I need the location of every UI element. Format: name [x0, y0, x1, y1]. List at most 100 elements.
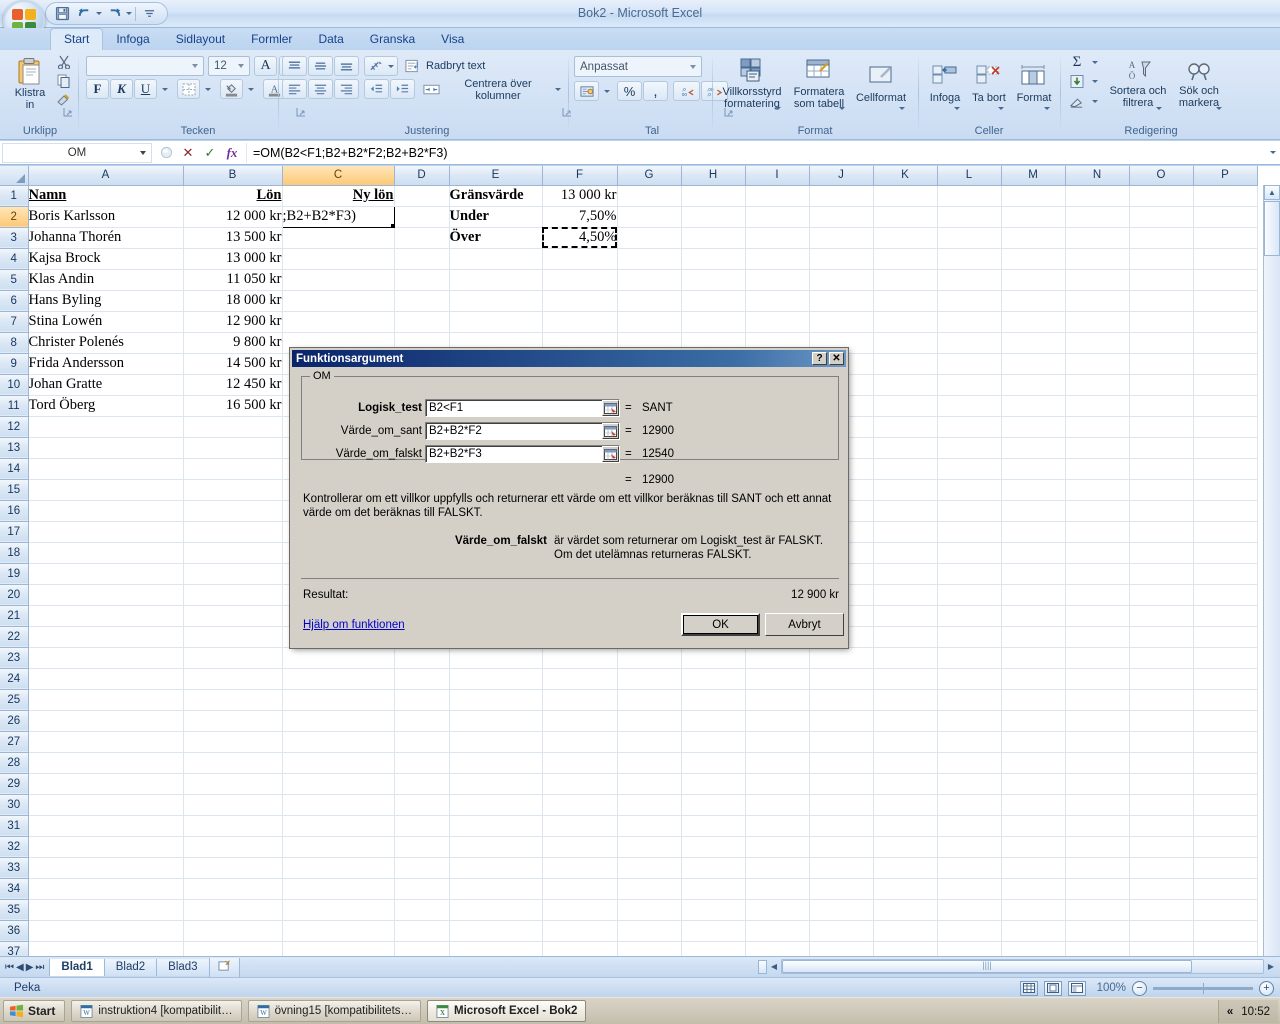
cell-i5[interactable]: [745, 269, 810, 291]
borders-dropdown[interactable]: [201, 79, 214, 99]
row-header-7[interactable]: 7: [0, 311, 29, 333]
cell-k2[interactable]: [873, 206, 938, 228]
cell-k6[interactable]: [873, 290, 938, 312]
cell-o36[interactable]: [1129, 920, 1194, 942]
cell-e37[interactable]: [449, 941, 543, 956]
cell-j5[interactable]: [809, 269, 874, 291]
row-header-4[interactable]: 4: [0, 248, 29, 270]
redo-dropdown-icon[interactable]: [126, 12, 132, 15]
cell-o8[interactable]: [1129, 332, 1194, 354]
cell-a3[interactable]: Johanna Thorén: [28, 227, 184, 249]
cell-l18[interactable]: [937, 542, 1002, 564]
cell-o32[interactable]: [1129, 836, 1194, 858]
cell-l31[interactable]: [937, 815, 1002, 837]
cell-o17[interactable]: [1129, 521, 1194, 543]
normal-view-button[interactable]: [1020, 980, 1038, 996]
cell-f3-reference[interactable]: 4,50%: [542, 227, 618, 249]
cell-n32[interactable]: [1065, 836, 1130, 858]
cell-i33[interactable]: [745, 857, 810, 879]
cell-n11[interactable]: [1065, 395, 1130, 417]
cell-k14[interactable]: [873, 458, 938, 480]
cell-i2[interactable]: [745, 206, 810, 228]
cell-g36[interactable]: [617, 920, 682, 942]
cell-f30[interactable]: [542, 794, 618, 816]
cell-j37[interactable]: [809, 941, 874, 956]
cell-m20[interactable]: [1001, 584, 1066, 606]
cell-b3[interactable]: 13 500 kr: [183, 227, 283, 249]
cell-a15[interactable]: [28, 479, 184, 501]
cell-o1[interactable]: [1129, 185, 1194, 207]
cell-c1[interactable]: Ny lön: [282, 185, 395, 207]
delete-cells-button[interactable]: Ta bort: [968, 53, 1010, 115]
cell-a24[interactable]: [28, 668, 184, 690]
cell-d36[interactable]: [394, 920, 450, 942]
cell-o21[interactable]: [1129, 605, 1194, 627]
cell-e30[interactable]: [449, 794, 543, 816]
row-header-5[interactable]: 5: [0, 269, 29, 291]
cell-h31[interactable]: [681, 815, 746, 837]
cell-g28[interactable]: [617, 752, 682, 774]
cell-o27[interactable]: [1129, 731, 1194, 753]
cell-n3[interactable]: [1065, 227, 1130, 249]
column-header-i[interactable]: I: [745, 166, 810, 186]
cell-i26[interactable]: [745, 710, 810, 732]
cell-n8[interactable]: [1065, 332, 1130, 354]
cell-o9[interactable]: [1129, 353, 1194, 375]
cell-l27[interactable]: [937, 731, 1002, 753]
cell-i27[interactable]: [745, 731, 810, 753]
start-button[interactable]: Start: [3, 1000, 66, 1022]
cell-n1[interactable]: [1065, 185, 1130, 207]
cell-m28[interactable]: [1001, 752, 1066, 774]
cell-b20[interactable]: [183, 584, 283, 606]
underline-button[interactable]: U: [134, 79, 157, 99]
cell-n23[interactable]: [1065, 647, 1130, 669]
cell-o12[interactable]: [1129, 416, 1194, 438]
cell-f1[interactable]: 13 000 kr: [542, 185, 618, 207]
cell-a5[interactable]: Klas Andin: [28, 269, 184, 291]
cell-f27[interactable]: [542, 731, 618, 753]
column-header-d[interactable]: D: [394, 166, 450, 186]
cell-l10[interactable]: [937, 374, 1002, 396]
row-header-23[interactable]: 23: [0, 647, 29, 669]
prev-sheet-button[interactable]: ◀: [16, 962, 24, 973]
cell-g32[interactable]: [617, 836, 682, 858]
cell-d28[interactable]: [394, 752, 450, 774]
decrease-indent-button[interactable]: [364, 79, 389, 99]
column-header-b[interactable]: B: [183, 166, 283, 186]
cell-b19[interactable]: [183, 563, 283, 585]
cell-g34[interactable]: [617, 878, 682, 900]
row-header-16[interactable]: 16: [0, 500, 29, 522]
cell-p12[interactable]: [1193, 416, 1258, 438]
row-header-33[interactable]: 33: [0, 857, 29, 879]
cell-a23[interactable]: [28, 647, 184, 669]
cell-j4[interactable]: [809, 248, 874, 270]
cell-b26[interactable]: [183, 710, 283, 732]
cell-e34[interactable]: [449, 878, 543, 900]
cell-g7[interactable]: [617, 311, 682, 333]
cell-k9[interactable]: [873, 353, 938, 375]
row-header-1[interactable]: 1: [0, 185, 29, 207]
row-header-18[interactable]: 18: [0, 542, 29, 564]
cell-k11[interactable]: [873, 395, 938, 417]
cell-n13[interactable]: [1065, 437, 1130, 459]
autosum-dropdown[interactable]: [1089, 53, 1101, 72]
taskbar-item-instruktion4[interactable]: W instruktion4 [kompatibilit…: [71, 1000, 242, 1022]
cell-c5[interactable]: [282, 269, 395, 291]
alignment-dialog-launcher[interactable]: [562, 106, 572, 117]
cell-i6[interactable]: [745, 290, 810, 312]
row-header-24[interactable]: 24: [0, 668, 29, 690]
row-header-22[interactable]: 22: [0, 626, 29, 648]
cell-f34[interactable]: [542, 878, 618, 900]
tab-sidlayout[interactable]: Sidlayout: [163, 29, 238, 50]
cell-d26[interactable]: [394, 710, 450, 732]
cell-c34[interactable]: [282, 878, 395, 900]
align-right-button[interactable]: [334, 79, 359, 99]
cell-e35[interactable]: [449, 899, 543, 921]
cancel-formula-button[interactable]: ✕: [179, 144, 197, 162]
cell-l20[interactable]: [937, 584, 1002, 606]
cell-l22[interactable]: [937, 626, 1002, 648]
cell-e25[interactable]: [449, 689, 543, 711]
sheet-tab-blad1[interactable]: Blad1: [49, 958, 105, 976]
row-header-25[interactable]: 25: [0, 689, 29, 711]
cell-i29[interactable]: [745, 773, 810, 795]
